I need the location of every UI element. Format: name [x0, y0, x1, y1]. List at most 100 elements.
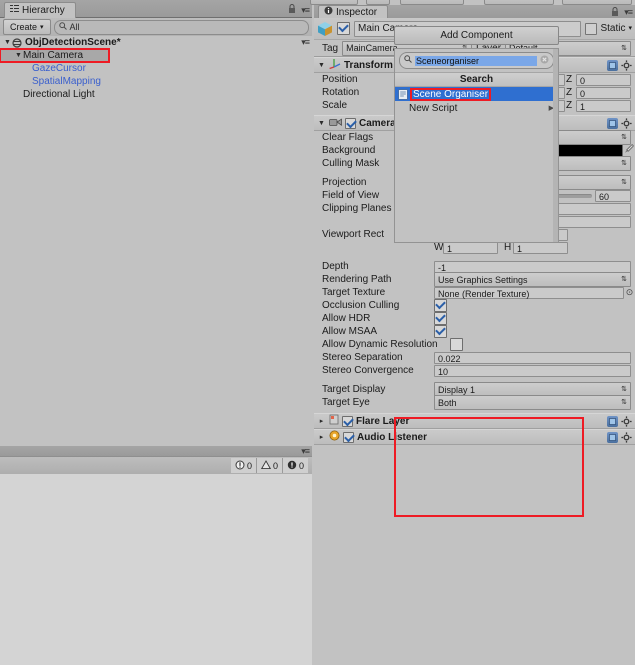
axis-w-label: W: [434, 242, 444, 253]
target-display-value: Display 1: [438, 384, 476, 395]
allow-msaa-checkbox[interactable]: [434, 325, 447, 338]
search-results-header: Search: [395, 72, 558, 87]
audio-listener-title: Audio Listener: [357, 431, 428, 443]
tab-inspector[interactable]: Inspector: [318, 5, 389, 19]
console-log-area[interactable]: [0, 474, 312, 665]
target-eye-value: Both: [438, 397, 457, 408]
camera-foldout-arrow[interactable]: ▼: [317, 120, 326, 127]
rendering-path-value: Use Graphics Settings: [438, 274, 528, 285]
console-menu-icon[interactable]: ▾≡: [301, 446, 310, 457]
target-eye-row: Target Eye Both ⇅: [314, 395, 635, 410]
help-icon[interactable]: [607, 117, 618, 129]
inspector-panel: Inspector ▾≡ Main Camera Static ▾ Tag Ma…: [310, 0, 635, 665]
rendering-path-row: Rendering Path Use Graphics Settings ⇅: [314, 272, 635, 287]
occlusion-culling-row: Occlusion Culling: [314, 299, 635, 312]
add-component-button[interactable]: Add Component: [394, 26, 559, 45]
console-warning-count: 0: [272, 460, 278, 471]
tab-hierarchy[interactable]: Hierarchy: [4, 2, 76, 18]
component-result-new-script[interactable]: New Script ▶: [395, 101, 558, 115]
help-icon[interactable]: [607, 59, 618, 71]
scene-root-row[interactable]: ▼ ObjDetectionScene* ▾≡: [0, 36, 312, 49]
fov-input[interactable]: 60: [595, 189, 631, 202]
scale-z-input[interactable]: 1: [576, 99, 631, 112]
camera-icon: [329, 117, 342, 130]
help-icon[interactable]: [607, 431, 618, 443]
allow-hdr-row: Allow HDR: [314, 312, 635, 325]
rotation-z-input[interactable]: 0: [576, 86, 631, 99]
lock-icon[interactable]: [288, 4, 296, 13]
hierarchy-search-input[interactable]: All: [53, 19, 309, 35]
gameobject-enabled-checkbox[interactable]: [337, 22, 350, 35]
component-result-scene-organiser[interactable]: Scene Organiser: [395, 87, 558, 101]
audio-listener-foldout-arrow[interactable]: ▸: [317, 433, 326, 441]
inspector-lock-icon[interactable]: [611, 7, 619, 16]
gear-icon[interactable]: [621, 117, 632, 129]
panel-menu-icon[interactable]: ▾≡: [301, 5, 310, 16]
audio-listener-enabled-checkbox[interactable]: [343, 431, 354, 443]
viewport-w-input[interactable]: 1: [443, 241, 498, 254]
target-display-label: Target Display: [322, 384, 386, 395]
object-picker-icon[interactable]: ⊙: [624, 287, 635, 298]
flare-layer-foldout-arrow[interactable]: ▸: [317, 417, 326, 425]
stereo-convergence-input[interactable]: 10: [434, 364, 631, 377]
allow-hdr-checkbox[interactable]: [434, 312, 447, 325]
popup-scrollbar[interactable]: [553, 49, 558, 242]
hierarchy-item-directional-light[interactable]: Directional Light: [0, 88, 312, 101]
rendering-path-label: Rendering Path: [322, 274, 392, 285]
hierarchy-item-label: GazeCursor: [32, 63, 86, 74]
console-error-counter[interactable]: 0: [230, 458, 256, 473]
component-search-input[interactable]: Sceneorganiser: [399, 52, 554, 69]
depth-input[interactable]: -1: [434, 260, 631, 273]
static-toggle[interactable]: Static ▾: [585, 22, 632, 35]
camera-title: Camera: [359, 117, 396, 129]
gear-icon[interactable]: [621, 59, 632, 71]
axis-z-label: Z: [566, 100, 573, 111]
allow-dynamic-resolution-checkbox[interactable]: [450, 338, 463, 351]
gameobject-icon: [317, 21, 333, 37]
help-icon[interactable]: [607, 415, 618, 427]
hierarchy-icon: [10, 3, 19, 18]
static-checkbox[interactable]: [585, 22, 598, 35]
stereo-separation-input[interactable]: 0.022: [434, 351, 631, 364]
hierarchy-item-gazecursor[interactable]: GazeCursor: [0, 62, 312, 75]
scene-expand-arrow[interactable]: ▼: [3, 36, 12, 49]
target-eye-label: Target Eye: [322, 397, 370, 408]
flare-layer-icon: [329, 414, 339, 428]
inspector-tabbar: Inspector ▾≡: [314, 5, 635, 19]
target-texture-label: Target Texture: [322, 287, 386, 298]
audio-listener-component-header[interactable]: ▸ Audio Listener: [314, 429, 635, 445]
occlusion-culling-checkbox[interactable]: [434, 299, 447, 312]
viewport-h-input[interactable]: 1: [513, 241, 568, 254]
scene-icon: [12, 37, 22, 48]
hierarchy-tree: ▼ ObjDetectionScene* ▾≡ ▼ Main Camera Ga…: [0, 36, 312, 445]
hierarchy-item-spatialmapping[interactable]: SpatialMapping: [0, 75, 312, 88]
position-z-input[interactable]: 0: [576, 73, 631, 86]
static-dropdown-icon[interactable]: ▾: [628, 25, 632, 32]
hierarchy-toolbar: Create ▾ All: [0, 18, 312, 37]
info-icon: [287, 460, 297, 472]
hierarchy-item-main-camera[interactable]: ▼ Main Camera: [0, 48, 110, 63]
hierarchy-search-value: All: [69, 22, 80, 32]
camera-enabled-checkbox[interactable]: [345, 117, 356, 129]
target-eye-dropdown[interactable]: Both ⇅: [434, 395, 631, 410]
console-info-counter[interactable]: 0: [281, 458, 308, 473]
flare-layer-component-header[interactable]: ▸ Flare Layer: [314, 413, 635, 429]
allow-dynamic-resolution-label: Allow Dynamic Resolution: [322, 339, 438, 350]
inspector-menu-icon[interactable]: ▾≡: [624, 7, 633, 18]
stereo-separation-row: Stereo Separation 0.022: [314, 351, 635, 364]
rendering-path-dropdown[interactable]: Use Graphics Settings ⇅: [434, 272, 631, 287]
target-texture-input[interactable]: None (Render Texture): [434, 286, 624, 299]
transform-foldout-arrow[interactable]: ▼: [317, 62, 326, 69]
stereo-convergence-label: Stereo Convergence: [322, 365, 414, 376]
hierarchy-context-menu-icon[interactable]: ▾≡: [301, 36, 310, 49]
gear-icon[interactable]: [621, 415, 632, 427]
stereo-convergence-row: Stereo Convergence 10: [314, 364, 635, 377]
gear-icon[interactable]: [621, 431, 632, 443]
console-panel: ▾≡ 0 0 0: [0, 446, 312, 665]
flare-layer-enabled-checkbox[interactable]: [342, 415, 353, 427]
clear-search-icon[interactable]: [540, 55, 549, 67]
console-warning-counter[interactable]: 0: [255, 458, 282, 473]
unity-editor-window: Hierarchy ▾≡ Create ▾ All ▼ ObjDetection…: [0, 0, 635, 665]
create-button[interactable]: Create ▾: [3, 19, 51, 35]
main-camera-expand-arrow[interactable]: ▼: [14, 49, 23, 62]
